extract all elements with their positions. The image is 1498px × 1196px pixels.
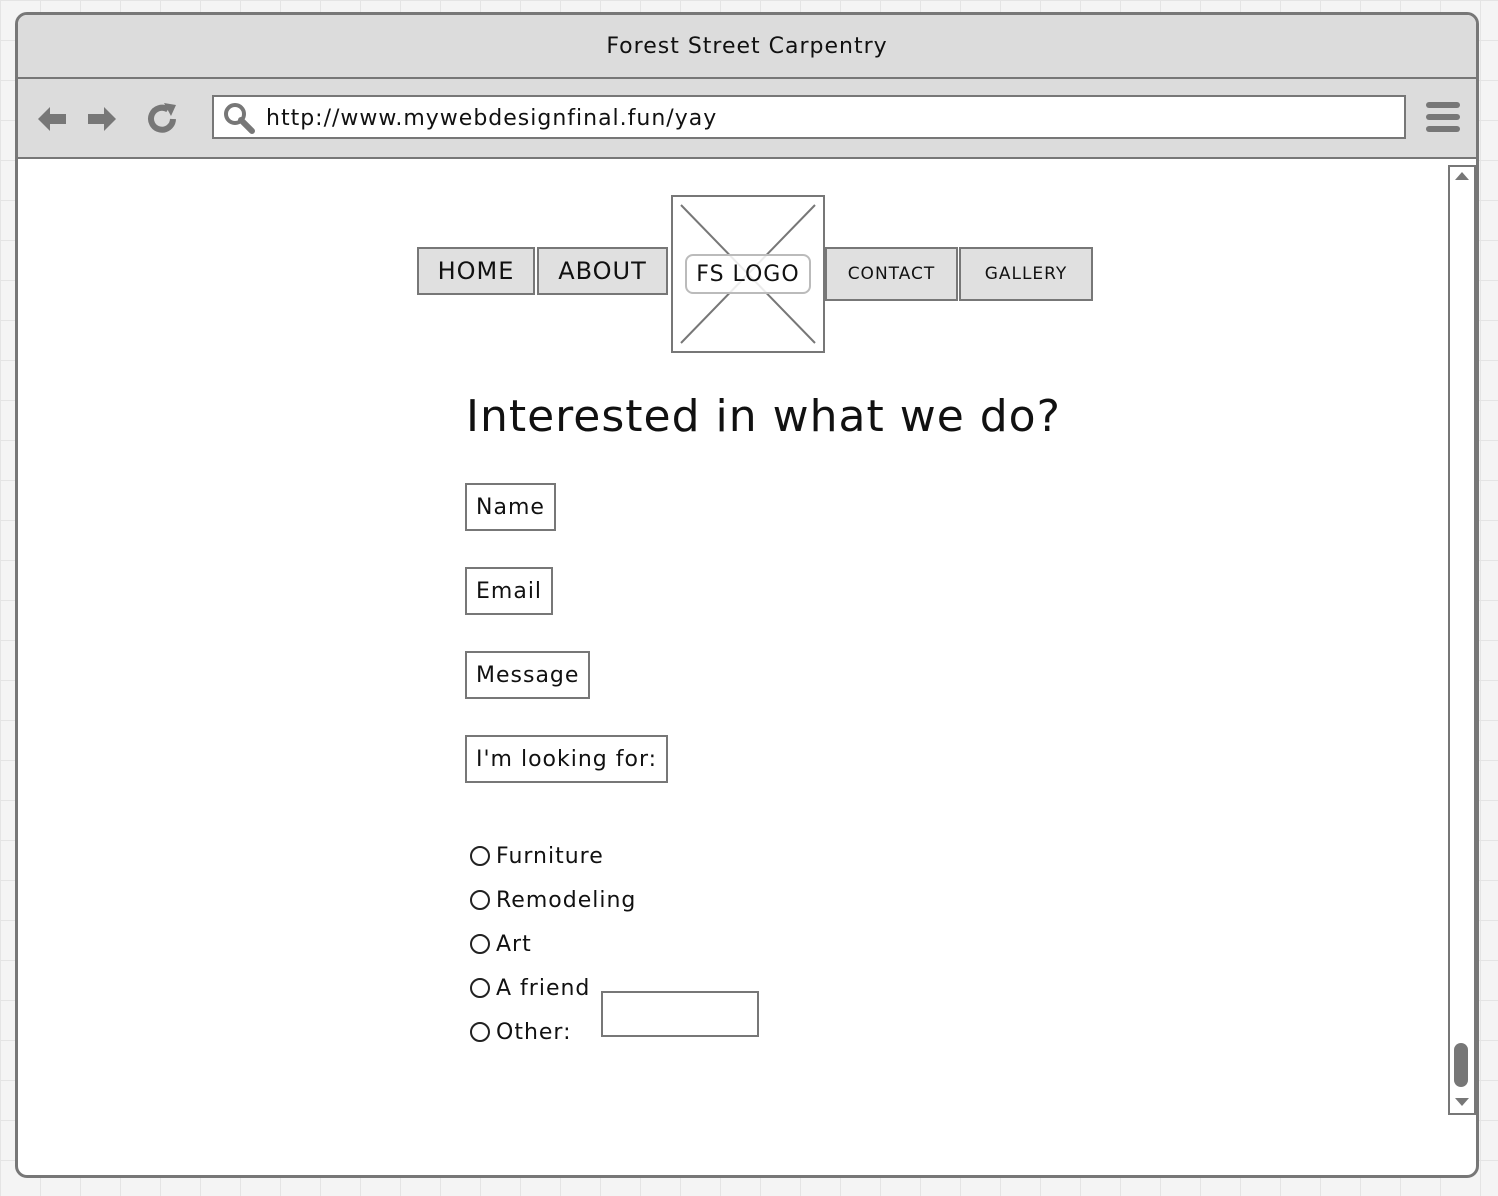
looking-for-label: I'm looking for: xyxy=(465,735,669,783)
radio-option-a-friend[interactable]: A friend xyxy=(470,973,590,1003)
window-titlebar: Forest Street Carpentry xyxy=(18,15,1476,79)
radio-option-art[interactable]: Art xyxy=(470,929,532,959)
message-field[interactable]: Message xyxy=(465,651,591,699)
nav-contact-button[interactable]: CONTACT xyxy=(825,247,958,301)
browser-window: Forest Street Carpentry http://www.myweb… xyxy=(15,12,1479,1178)
nav-home-button[interactable]: HOME xyxy=(417,247,535,295)
reload-icon[interactable] xyxy=(144,101,180,137)
arrow-right-icon[interactable] xyxy=(84,101,120,137)
hamburger-menu-icon[interactable] xyxy=(1424,99,1462,135)
vertical-scrollbar[interactable] xyxy=(1448,165,1476,1115)
window-title: Forest Street Carpentry xyxy=(606,33,888,59)
arrow-left-icon[interactable] xyxy=(34,101,70,137)
radio-button[interactable] xyxy=(470,1022,490,1042)
search-icon xyxy=(224,103,255,134)
page-content: HOME ABOUT FS LOGO CONTACT GALLERY Inter… xyxy=(18,159,1476,1175)
browser-toolbar: http://www.mywebdesignfinal.fun/yay xyxy=(18,79,1476,159)
logo-placeholder[interactable]: FS LOGO xyxy=(671,195,825,353)
name-field[interactable]: Name xyxy=(465,483,556,531)
page-title: Interested in what we do? xyxy=(466,391,1061,442)
scrollbar-thumb[interactable] xyxy=(1454,1043,1468,1087)
email-field[interactable]: Email xyxy=(465,567,554,615)
radio-option-other[interactable]: Other: xyxy=(470,1017,572,1047)
radio-option-remodeling[interactable]: Remodeling xyxy=(470,885,636,915)
nav-gallery-button[interactable]: GALLERY xyxy=(959,247,1093,301)
radio-button[interactable] xyxy=(470,934,490,954)
radio-button[interactable] xyxy=(470,890,490,910)
radio-button[interactable] xyxy=(470,978,490,998)
scroll-down-arrow-icon[interactable] xyxy=(1455,1097,1469,1107)
other-text-input[interactable] xyxy=(601,991,759,1037)
nav-about-button[interactable]: ABOUT xyxy=(537,247,668,295)
logo-label: FS LOGO xyxy=(685,254,811,294)
address-url[interactable]: http://www.mywebdesignfinal.fun/yay xyxy=(266,106,717,131)
radio-option-furniture[interactable]: Furniture xyxy=(470,841,604,871)
address-bar[interactable]: http://www.mywebdesignfinal.fun/yay xyxy=(212,95,1406,139)
radio-button[interactable] xyxy=(470,846,490,866)
scroll-up-arrow-icon[interactable] xyxy=(1455,171,1469,181)
